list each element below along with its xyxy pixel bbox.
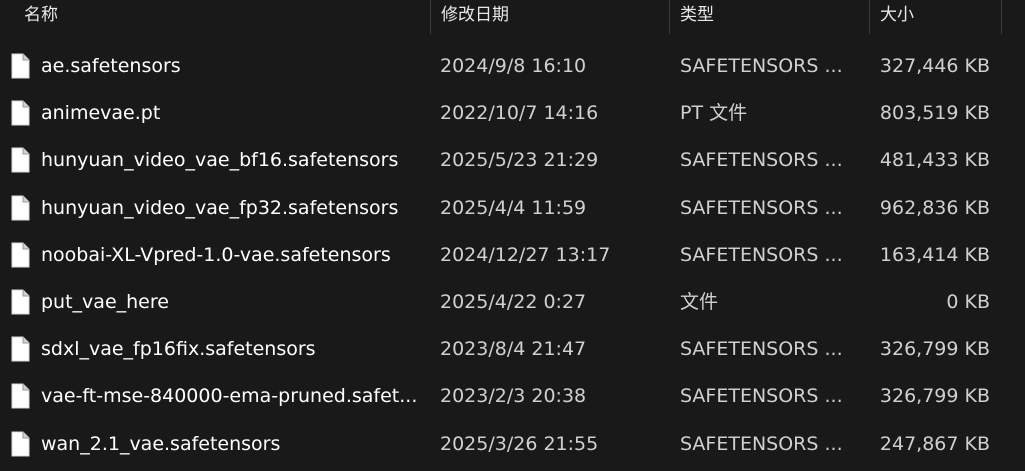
- file-size: 163,414 KB: [879, 243, 990, 266]
- file-type: SAFETENSORS ...: [680, 338, 843, 361]
- file-row[interactable]: noobai-XL-Vpred-1.0-vae.safetensors 2024/…: [0, 232, 1025, 279]
- file-name: wan_2.1_vae.safetensors: [41, 432, 281, 455]
- file-size: 481,433 KB: [879, 149, 990, 172]
- file-name: sdxl_vae_fp16fix.safetensors: [41, 338, 316, 361]
- file-size: 247,867 KB: [879, 432, 990, 455]
- file-size: 326,799 KB: [879, 338, 990, 361]
- file-name: noobai-XL-Vpred-1.0-vae.safetensors: [41, 243, 391, 266]
- file-modified-date: 2024/9/8 16:10: [440, 55, 587, 77]
- file-size: 327,446 KB: [879, 55, 990, 77]
- column-header-name[interactable]: 名称: [24, 0, 58, 34]
- file-modified-date: 2025/4/4 11:59: [440, 196, 587, 219]
- file-type: SAFETENSORS ...: [680, 149, 843, 172]
- file-name: vae-ft-mse-840000-ema-pruned.safet...: [41, 385, 418, 408]
- file-modified-date: 2022/10/7 14:16: [440, 102, 599, 125]
- column-divider[interactable]: [1001, 0, 1002, 34]
- file-icon: [11, 195, 30, 221]
- file-size: 326,799 KB: [879, 385, 990, 408]
- file-type: SAFETENSORS ...: [680, 385, 843, 408]
- file-icon: [11, 431, 30, 456]
- file-type: SAFETENSORS ...: [680, 196, 843, 219]
- file-type: 文件: [680, 290, 719, 313]
- file-modified-date: 2024/12/27 13:17: [440, 243, 611, 266]
- file-row[interactable]: vae-ft-mse-840000-ema-pruned.safet... 202…: [0, 373, 1025, 420]
- file-row[interactable]: ae.safetensors 2024/9/8 16:10 SAFETENSORS …: [0, 43, 1025, 90]
- file-size: 0 KB: [946, 290, 990, 313]
- file-row[interactable]: animevae.pt 2022/10/7 14:16 PT 文件 803,519 K…: [0, 90, 1025, 137]
- file-icon: [11, 147, 30, 173]
- file-type: SAFETENSORS ...: [680, 432, 843, 455]
- column-header-date[interactable]: 修改日期: [441, 0, 509, 34]
- file-modified-date: 2025/5/23 21:29: [440, 149, 599, 172]
- file-type: SAFETENSORS ...: [680, 243, 843, 266]
- column-divider[interactable]: [430, 0, 431, 34]
- file-row[interactable]: wan_2.1_vae.safetensors 2025/3/26 21:55 SA…: [0, 421, 1025, 468]
- file-type: SAFETENSORS ...: [680, 55, 843, 77]
- column-header-bar: 名称 修改日期 类型 大小: [0, 0, 1025, 34]
- file-icon: [11, 336, 30, 362]
- file-icon: [11, 383, 30, 409]
- file-row[interactable]: put_vae_here 2025/4/22 0:27 文件 0 KB: [0, 279, 1025, 326]
- file-type: PT 文件: [680, 102, 748, 125]
- file-row[interactable]: hunyuan_video_vae_bf16.safetensors 2025/5…: [0, 137, 1025, 184]
- file-name: put_vae_here: [41, 290, 169, 313]
- file-name: hunyuan_video_vae_bf16.safetensors: [41, 149, 399, 172]
- file-modified-date: 2025/3/26 21:55: [440, 432, 599, 455]
- file-icon: [11, 242, 30, 268]
- file-explorer: 名称 修改日期 类型 大小 ae.safetensors 2024/9/8 16:…: [0, 0, 1025, 471]
- file-name: animevae.pt: [41, 102, 161, 125]
- file-modified-date: 2023/8/4 21:47: [440, 338, 587, 361]
- file-row[interactable]: hunyuan_video_vae_fp32.safetensors 2025/4…: [0, 185, 1025, 232]
- column-divider[interactable]: [669, 0, 670, 34]
- file-size: 803,519 KB: [879, 102, 990, 125]
- file-icon: [11, 289, 30, 315]
- file-name: ae.safetensors: [41, 55, 181, 77]
- file-modified-date: 2025/4/22 0:27: [440, 290, 587, 313]
- column-header-size[interactable]: 大小: [880, 0, 914, 34]
- file-icon: [11, 53, 30, 79]
- file-icon: [11, 100, 30, 126]
- file-modified-date: 2023/2/3 20:38: [440, 385, 587, 408]
- column-header-type[interactable]: 类型: [680, 0, 714, 34]
- file-size: 962,836 KB: [879, 196, 990, 219]
- file-list: ae.safetensors 2024/9/8 16:10 SAFETENSORS …: [0, 43, 1025, 468]
- column-divider[interactable]: [869, 0, 870, 34]
- file-name: hunyuan_video_vae_fp32.safetensors: [41, 196, 399, 219]
- file-row[interactable]: sdxl_vae_fp16fix.safetensors 2023/8/4 21:…: [0, 326, 1025, 373]
